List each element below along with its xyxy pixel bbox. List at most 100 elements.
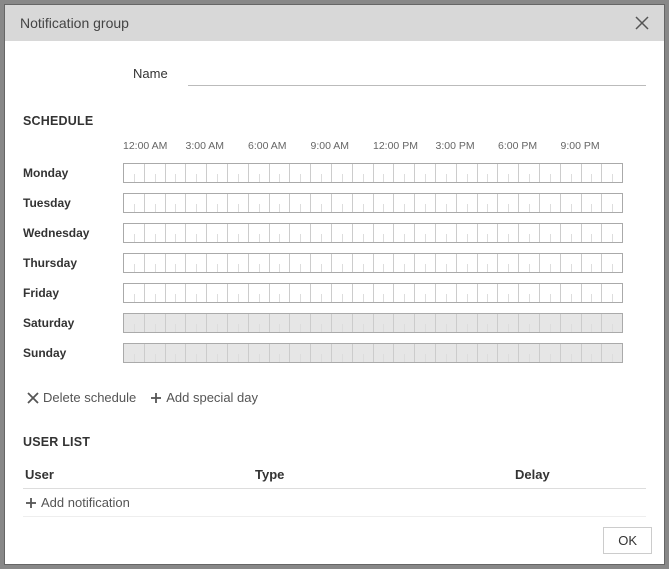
hour-cell[interactable] [332,314,353,332]
hour-cell[interactable] [228,344,249,362]
hour-cell[interactable] [561,314,582,332]
hour-cell[interactable] [540,344,561,362]
hour-cell[interactable] [207,224,228,242]
hour-cell[interactable] [166,344,187,362]
day-timeline[interactable] [123,343,623,363]
hour-cell[interactable] [332,344,353,362]
hour-cell[interactable] [374,254,395,272]
hour-cell[interactable] [478,224,499,242]
hour-cell[interactable] [270,164,291,182]
hour-cell[interactable] [186,224,207,242]
hour-cell[interactable] [228,254,249,272]
hour-cell[interactable] [582,224,603,242]
hour-cell[interactable] [228,224,249,242]
hour-cell[interactable] [478,164,499,182]
add-notification-button[interactable]: Add notification [23,489,646,517]
hour-cell[interactable] [332,194,353,212]
hour-cell[interactable] [394,194,415,212]
hour-cell[interactable] [519,194,540,212]
hour-cell[interactable] [124,284,145,302]
hour-cell[interactable] [166,284,187,302]
hour-cell[interactable] [124,164,145,182]
hour-cell[interactable] [374,344,395,362]
hour-cell[interactable] [186,284,207,302]
hour-cell[interactable] [332,284,353,302]
hour-cell[interactable] [270,314,291,332]
hour-cell[interactable] [332,224,353,242]
hour-cell[interactable] [124,254,145,272]
hour-cell[interactable] [353,284,374,302]
hour-cell[interactable] [602,284,622,302]
hour-cell[interactable] [415,224,436,242]
hour-cell[interactable] [540,194,561,212]
hour-cell[interactable] [602,314,622,332]
hour-cell[interactable] [249,224,270,242]
hour-cell[interactable] [457,224,478,242]
hour-cell[interactable] [145,224,166,242]
hour-cell[interactable] [124,194,145,212]
hour-cell[interactable] [228,194,249,212]
name-input[interactable] [188,61,646,86]
hour-cell[interactable] [290,224,311,242]
hour-cell[interactable] [186,164,207,182]
hour-cell[interactable] [540,164,561,182]
hour-cell[interactable] [207,314,228,332]
hour-cell[interactable] [602,164,622,182]
hour-cell[interactable] [602,194,622,212]
hour-cell[interactable] [145,194,166,212]
hour-cell[interactable] [249,344,270,362]
hour-cell[interactable] [207,194,228,212]
hour-cell[interactable] [582,344,603,362]
hour-cell[interactable] [249,314,270,332]
hour-cell[interactable] [394,344,415,362]
hour-cell[interactable] [436,284,457,302]
hour-cell[interactable] [249,194,270,212]
hour-cell[interactable] [290,344,311,362]
hour-cell[interactable] [166,194,187,212]
hour-cell[interactable] [186,344,207,362]
hour-cell[interactable] [519,224,540,242]
hour-cell[interactable] [394,254,415,272]
hour-cell[interactable] [353,224,374,242]
day-timeline[interactable] [123,163,623,183]
hour-cell[interactable] [166,224,187,242]
hour-cell[interactable] [353,344,374,362]
hour-cell[interactable] [561,284,582,302]
hour-cell[interactable] [249,254,270,272]
hour-cell[interactable] [415,254,436,272]
hour-cell[interactable] [582,254,603,272]
hour-cell[interactable] [478,194,499,212]
hour-cell[interactable] [498,224,519,242]
hour-cell[interactable] [478,344,499,362]
hour-cell[interactable] [498,314,519,332]
hour-cell[interactable] [415,284,436,302]
hour-cell[interactable] [415,164,436,182]
hour-cell[interactable] [457,254,478,272]
hour-cell[interactable] [374,224,395,242]
hour-cell[interactable] [186,254,207,272]
hour-cell[interactable] [207,284,228,302]
hour-cell[interactable] [145,164,166,182]
hour-cell[interactable] [374,194,395,212]
hour-cell[interactable] [374,284,395,302]
hour-cell[interactable] [353,194,374,212]
ok-button[interactable]: OK [603,527,652,554]
hour-cell[interactable] [228,284,249,302]
hour-cell[interactable] [582,164,603,182]
hour-cell[interactable] [457,314,478,332]
hour-cell[interactable] [124,224,145,242]
hour-cell[interactable] [602,254,622,272]
hour-cell[interactable] [311,254,332,272]
hour-cell[interactable] [457,194,478,212]
hour-cell[interactable] [394,224,415,242]
delete-schedule-button[interactable]: Delete schedule [23,388,140,407]
hour-cell[interactable] [124,344,145,362]
hour-cell[interactable] [582,284,603,302]
hour-cell[interactable] [249,164,270,182]
hour-cell[interactable] [582,314,603,332]
hour-cell[interactable] [166,254,187,272]
hour-cell[interactable] [249,284,270,302]
hour-cell[interactable] [561,194,582,212]
hour-cell[interactable] [228,164,249,182]
hour-cell[interactable] [436,344,457,362]
